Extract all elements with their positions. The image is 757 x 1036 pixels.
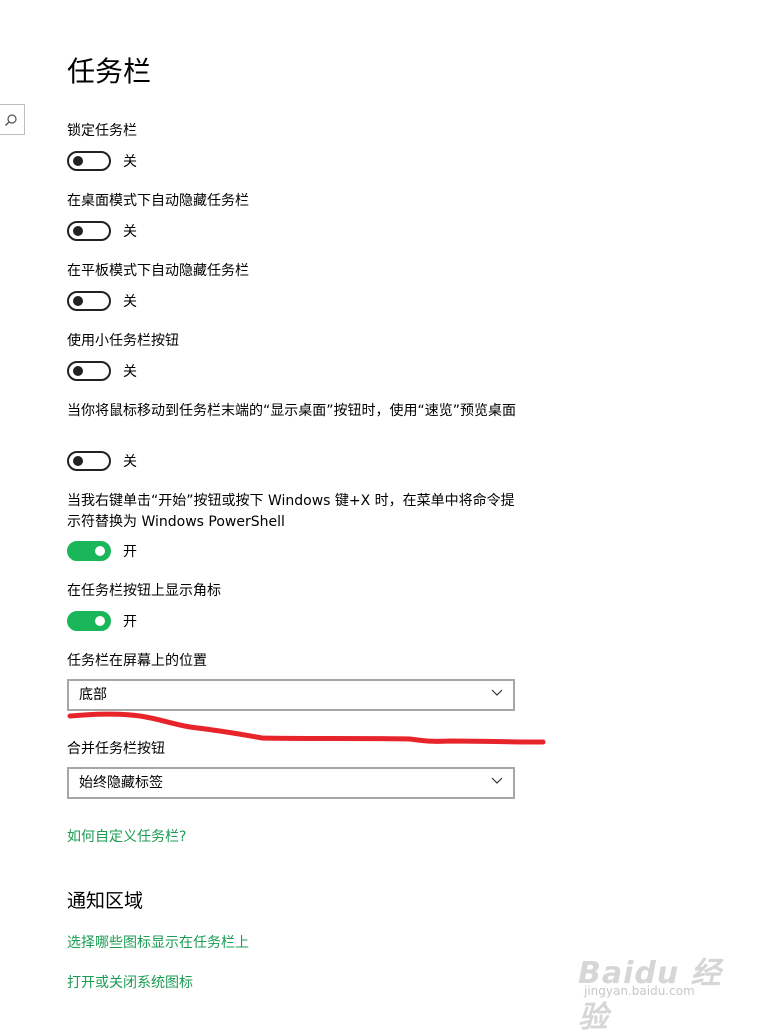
taskbar-position-select[interactable]: 底部 (67, 679, 515, 711)
peek-desktop-toggle[interactable] (67, 451, 111, 471)
toggle-state-text: 关 (123, 224, 137, 240)
toggle-knob (95, 616, 105, 626)
page-title: 任务栏 (67, 55, 152, 88)
system-icons-link[interactable]: 打开或关闭系统图标 (67, 973, 193, 993)
toggle-knob (73, 456, 83, 466)
toggle-knob (95, 546, 105, 556)
lock-taskbar-toggle[interactable] (67, 151, 111, 171)
combine-buttons-select[interactable]: 始终隐藏标签 (67, 767, 515, 799)
autohide-tablet-toggle[interactable] (67, 291, 111, 311)
autohide-tablet-toggle-row[interactable]: 关 (67, 291, 137, 311)
customize-taskbar-link[interactable]: 如何自定义任务栏? (67, 827, 186, 847)
small-buttons-toggle[interactable] (67, 361, 111, 381)
show-badges-label: 在任务栏按钮上显示角标 (67, 583, 221, 599)
toggle-state-text: 开 (123, 614, 137, 630)
baidu-watermark: Baidu 经验 jingyan.baidu.com (578, 934, 748, 1035)
combine-buttons-label: 合并任务栏按钮 (67, 741, 165, 757)
show-badges-toggle[interactable] (67, 611, 111, 631)
powershell-replace-toggle-row[interactable]: 开 (67, 541, 137, 561)
chevron-down-icon (491, 689, 503, 696)
chevron-down-icon (491, 777, 503, 784)
toggle-state-text: 开 (123, 544, 137, 560)
toggle-state-text: 关 (123, 154, 137, 170)
autohide-desktop-toggle[interactable] (67, 221, 111, 241)
small-buttons-label: 使用小任务栏按钮 (67, 333, 179, 349)
toggle-state-text: 关 (123, 454, 137, 470)
small-buttons-toggle-row[interactable]: 关 (67, 361, 137, 381)
taskbar-position-label: 任务栏在屏幕上的位置 (67, 653, 207, 669)
search-icon (5, 114, 17, 126)
lock-taskbar-toggle-row[interactable]: 关 (67, 151, 137, 171)
powershell-replace-toggle[interactable] (67, 541, 111, 561)
search-button[interactable] (0, 104, 25, 135)
autohide-desktop-label: 在桌面模式下自动隐藏任务栏 (67, 193, 249, 209)
notification-area-title: 通知区域 (67, 890, 144, 912)
select-tray-icons-link[interactable]: 选择哪些图标显示在任务栏上 (67, 933, 249, 953)
watermark-site: jingyan.baidu.com (584, 984, 695, 998)
show-badges-toggle-row[interactable]: 开 (67, 611, 137, 631)
autohide-desktop-toggle-row[interactable]: 关 (67, 221, 137, 241)
peek-desktop-label: 当你将鼠标移动到任务栏末端的“显示桌面”按钮时，使用“速览”预览桌面 (67, 403, 517, 419)
powershell-replace-label: 当我右键单击“开始”按钮或按下 Windows 键+X 时，在菜单中将命令提示符… (67, 493, 515, 530)
toggle-knob (73, 366, 83, 376)
lock-taskbar-label: 锁定任务栏 (67, 123, 137, 139)
toggle-knob (73, 226, 83, 236)
toggle-knob (73, 156, 83, 166)
toggle-knob (73, 296, 83, 306)
select-value: 始终隐藏标签 (79, 775, 163, 791)
autohide-tablet-label: 在平板模式下自动隐藏任务栏 (67, 263, 249, 279)
toggle-state-text: 关 (123, 294, 137, 310)
peek-desktop-toggle-row[interactable]: 关 (67, 451, 137, 471)
toggle-state-text: 关 (123, 364, 137, 380)
select-value: 底部 (79, 687, 107, 703)
